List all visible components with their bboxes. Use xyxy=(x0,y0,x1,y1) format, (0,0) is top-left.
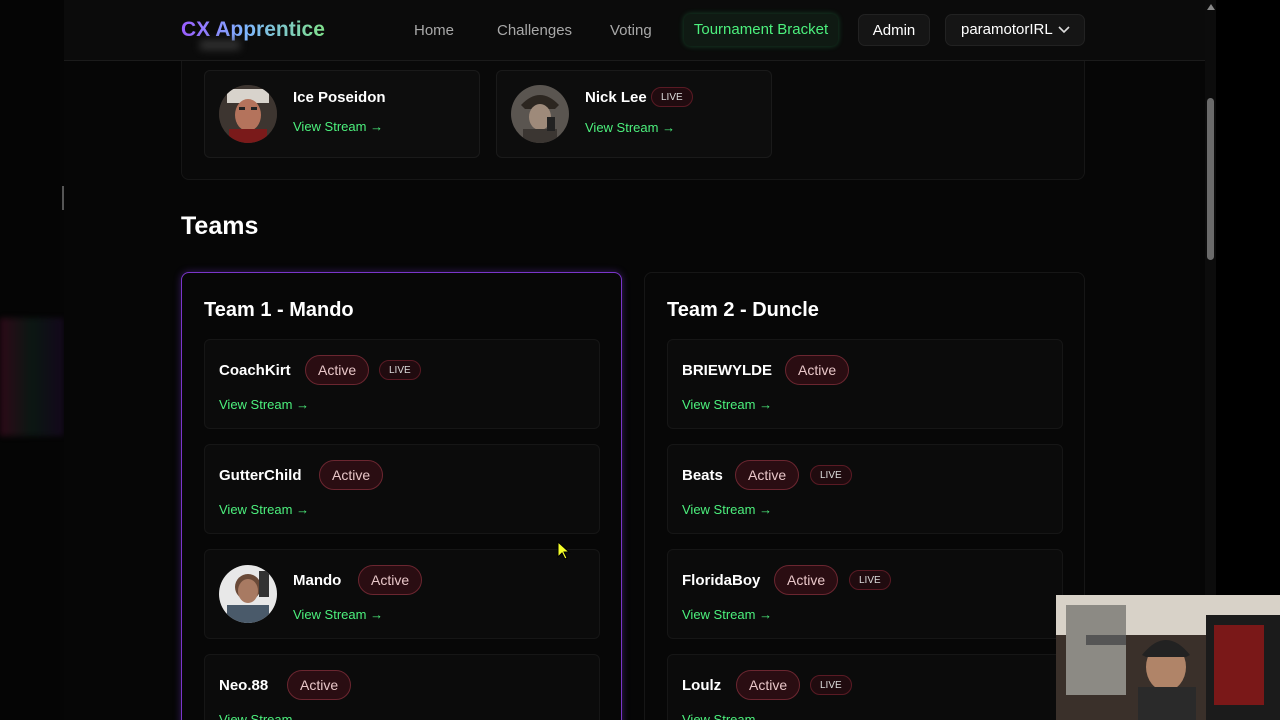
avatar xyxy=(219,565,277,623)
member-name: GutterChild xyxy=(219,467,302,484)
view-stream-link[interactable]: View Stream → xyxy=(293,119,383,134)
brand-logo[interactable]: CX Apprentice xyxy=(181,18,325,42)
member-card-neo88: Neo.88 Active View Stream → xyxy=(204,654,600,720)
status-badge: Active xyxy=(774,565,839,595)
page: Ice Poseidon View Stream → Nick Lee LIVE… xyxy=(64,0,1205,720)
view-stream-link[interactable]: View Stream → xyxy=(219,712,309,720)
member-name: BRIEWYLDE xyxy=(682,362,772,379)
team-title: Team 2 - Duncle xyxy=(667,299,819,321)
view-stream-link[interactable]: View Stream → xyxy=(219,502,309,517)
admin-button[interactable]: Admin xyxy=(858,14,930,46)
username: paramotorIRL xyxy=(961,21,1053,38)
member-name: Neo.88 xyxy=(219,677,269,694)
member-card-mando: Mando Active View Stream → xyxy=(204,549,600,639)
nav-challenges[interactable]: Challenges xyxy=(497,22,572,39)
live-badge: LIVE xyxy=(810,465,852,485)
nav-voting[interactable]: Voting xyxy=(610,22,652,39)
live-badge: LIVE xyxy=(849,570,891,590)
right-gutter xyxy=(1216,0,1280,595)
status-badge: Active xyxy=(736,670,801,700)
avatar xyxy=(511,85,569,143)
member-card-coachkirt: CoachKirt Active LIVE View Stream → xyxy=(204,339,600,429)
navbar: CX Apprentice Home Challenges Voting Tou… xyxy=(64,0,1205,61)
streamers-section: Ice Poseidon View Stream → Nick Lee LIVE… xyxy=(181,40,1085,180)
blurred-overlay xyxy=(200,40,240,50)
view-stream-link[interactable]: View Stream → xyxy=(293,607,383,622)
streamer-card-nick-lee: Nick Lee LIVE View Stream → xyxy=(496,70,772,158)
nav-tournament-bracket[interactable]: Tournament Bracket xyxy=(684,14,838,46)
member-card-gutterchild: GutterChild Active View Stream → xyxy=(204,444,600,534)
avatar xyxy=(219,85,277,143)
member-card-floridaboy: FloridaBoy Active LIVE View Stream → xyxy=(667,549,1063,639)
nav-home[interactable]: Home xyxy=(414,22,454,39)
glitch-artifact xyxy=(0,318,64,436)
user-menu[interactable]: paramotorIRL xyxy=(945,14,1085,46)
view-stream-link[interactable]: View Stream → xyxy=(585,120,675,135)
live-badge: LIVE xyxy=(651,87,693,107)
member-card-beats: Beats Active LIVE View Stream → xyxy=(667,444,1063,534)
teams-heading: Teams xyxy=(181,212,259,240)
status-badge: Active xyxy=(735,460,800,490)
view-stream-link[interactable]: View Stream → xyxy=(682,607,772,622)
member-name: Beats xyxy=(682,467,723,484)
team-card-2: Team 2 - Duncle BRIEWYLDE Active View St… xyxy=(644,272,1085,720)
team-card-1: Team 1 - Mando CoachKirt Active LIVE Vie… xyxy=(181,272,622,720)
webcam-overlay xyxy=(1056,595,1280,720)
streamer-name: Nick Lee xyxy=(585,89,647,106)
member-name: FloridaBoy xyxy=(682,572,761,589)
scroll-up-arrow-icon[interactable] xyxy=(1207,4,1215,10)
member-card-briewylde: BRIEWYLDE Active View Stream → xyxy=(667,339,1063,429)
view-stream-link[interactable]: View Stream → xyxy=(682,712,772,720)
member-name: Mando xyxy=(293,572,342,589)
streamer-card-ice-poseidon: Ice Poseidon View Stream → xyxy=(204,70,480,158)
live-badge: LIVE xyxy=(379,360,421,380)
live-badge: LIVE xyxy=(810,675,852,695)
view-stream-link[interactable]: View Stream → xyxy=(682,397,772,412)
scroll-thumb[interactable] xyxy=(1207,98,1214,260)
member-name: CoachKirt xyxy=(219,362,291,379)
streamer-name: Ice Poseidon xyxy=(293,89,386,106)
member-card-loulz: Loulz Active LIVE View Stream → xyxy=(667,654,1063,720)
status-badge: Active xyxy=(305,355,370,385)
chevron-down-icon xyxy=(1058,26,1070,34)
status-badge: Active xyxy=(358,565,423,595)
view-stream-link[interactable]: View Stream → xyxy=(682,502,772,517)
member-name: Loulz xyxy=(682,677,722,694)
status-badge: Active xyxy=(785,355,850,385)
status-badge: Active xyxy=(287,670,352,700)
cursor-icon xyxy=(557,541,571,560)
view-stream-link[interactable]: View Stream → xyxy=(219,397,309,412)
left-background-strip xyxy=(0,0,64,720)
status-badge: Active xyxy=(319,460,384,490)
team-title: Team 1 - Mando xyxy=(204,299,354,321)
